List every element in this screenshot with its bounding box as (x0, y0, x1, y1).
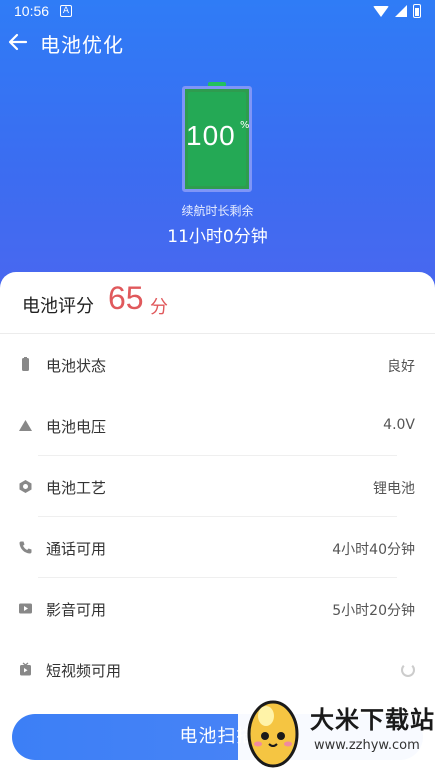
video-icon (18, 601, 33, 616)
info-list: 电池状态 良好 电池电压 4.0V 电池工艺 锂电池 通话可用 4小时40分钟 (0, 334, 435, 700)
info-label: 通话可用 (46, 540, 107, 558)
hexagon-icon (18, 479, 33, 494)
wifi-icon (373, 5, 389, 17)
info-row-tech: 电池工艺 锂电池 (0, 456, 435, 517)
notification-icon: A (60, 5, 72, 17)
info-label: 电池工艺 (46, 479, 107, 497)
watermark-url: www.zzhyw.com (314, 738, 420, 753)
info-label: 影音可用 (46, 601, 107, 619)
page-title: 电池优化 (40, 33, 124, 57)
status-battery-icon (413, 4, 421, 18)
info-row-media: 影音可用 5小时20分钟 (0, 578, 435, 639)
battery-graphic: 100 % (182, 82, 252, 192)
info-label: 短视频可用 (46, 662, 122, 680)
signal-icon (395, 5, 407, 17)
watermark-title: 大米下载站 (310, 706, 435, 734)
phone-icon (18, 540, 33, 555)
info-label: 电池状态 (46, 357, 107, 375)
info-row-voltage: 电池电压 4.0V (0, 395, 435, 456)
info-row-status: 电池状态 良好 (0, 334, 435, 395)
score-label: 电池评分 (22, 296, 94, 317)
status-time: 10:56 (14, 3, 50, 19)
back-arrow-icon[interactable] (6, 28, 32, 56)
remain-value: 11小时0分钟 (167, 227, 268, 247)
battery-level: 100 (186, 120, 236, 151)
score-value: 65 (108, 280, 144, 316)
score-unit: 分 (150, 297, 168, 318)
info-value: 4.0V (383, 417, 415, 433)
short-video-icon (18, 662, 33, 677)
battery-percent-sign: % (240, 120, 250, 131)
watermark: 大米下载站 www.zzhyw.com (238, 688, 435, 773)
loading-spinner-icon (401, 663, 415, 677)
top-bar: 电池优化 (0, 26, 435, 60)
remain-label: 续航时长剩余 (181, 204, 254, 218)
info-value: 锂电池 (373, 481, 415, 497)
status-bar: 10:56 A (0, 0, 435, 24)
mascot-logo-icon (244, 692, 302, 770)
battery-icon (18, 357, 33, 372)
triangle-icon (18, 418, 33, 433)
score-row: 电池评分 65 分 (0, 272, 435, 334)
info-label: 电池电压 (46, 418, 107, 436)
info-value: 5小时20分钟 (332, 603, 415, 619)
info-value: 良好 (387, 359, 415, 375)
info-value: 4小时40分钟 (332, 542, 415, 558)
info-row-call: 通话可用 4小时40分钟 (0, 517, 435, 578)
